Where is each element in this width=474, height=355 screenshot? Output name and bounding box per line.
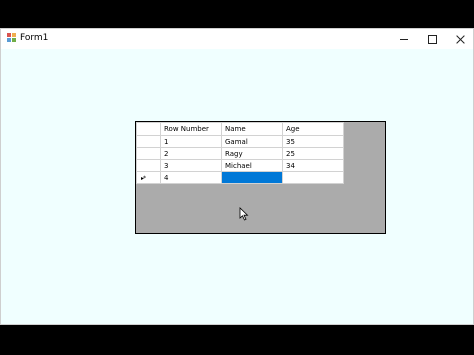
cell-age[interactable]: 35	[282, 135, 344, 148]
close-icon	[456, 35, 465, 44]
grid-table: Row Number Name Age 1 Gamal 35 2 Ragy 25	[136, 122, 344, 184]
new-row-header[interactable]: ▸*	[136, 171, 161, 184]
cell-age[interactable]	[282, 171, 344, 184]
cell-name[interactable]: Gamal	[221, 135, 283, 148]
close-button[interactable]	[446, 29, 474, 49]
table-row: 2 Ragy 25	[136, 147, 344, 160]
cell-row-number[interactable]: 1	[160, 135, 222, 148]
cell-row-number[interactable]: 2	[160, 147, 222, 160]
winforms-app-icon	[7, 33, 17, 43]
cell-name[interactable]: Michael	[221, 159, 283, 172]
cell-row-number[interactable]: 4	[160, 171, 222, 184]
row-header[interactable]	[136, 147, 161, 160]
row-header[interactable]	[136, 135, 161, 148]
new-row: ▸* 4	[136, 171, 344, 184]
new-row-editing-icon: ▸*	[141, 175, 146, 182]
maximize-icon	[427, 34, 437, 44]
window-title: Form1	[20, 33, 49, 43]
title-bar[interactable]: Form1	[1, 29, 473, 49]
minimize-icon	[400, 38, 408, 40]
top-left-header-cell[interactable]	[136, 122, 161, 136]
form-window: Form1 Row Number Name Age 1 Gamal 35 2 R…	[0, 28, 474, 325]
bottom-black-bar	[0, 325, 474, 355]
column-header-row-number[interactable]: Row Number	[160, 122, 222, 136]
minimize-button[interactable]	[390, 29, 418, 49]
table-row: 3 Michael 34	[136, 159, 344, 172]
row-header[interactable]	[136, 159, 161, 172]
column-header-age[interactable]: Age	[282, 122, 344, 136]
maximize-button[interactable]	[418, 29, 446, 49]
data-grid-view[interactable]: Row Number Name Age 1 Gamal 35 2 Ragy 25	[135, 121, 386, 234]
table-row: 1 Gamal 35	[136, 135, 344, 148]
cell-name-selected[interactable]	[221, 171, 283, 184]
cell-age[interactable]: 34	[282, 159, 344, 172]
screen: Form1 Row Number Name Age 1 Gamal 35 2 R…	[0, 0, 474, 355]
cell-row-number[interactable]: 3	[160, 159, 222, 172]
column-header-name[interactable]: Name	[221, 122, 283, 136]
cell-age[interactable]: 25	[282, 147, 344, 160]
mouse-pointer-icon	[239, 207, 249, 221]
header-row: Row Number Name Age	[136, 122, 344, 136]
cell-name[interactable]: Ragy	[221, 147, 283, 160]
